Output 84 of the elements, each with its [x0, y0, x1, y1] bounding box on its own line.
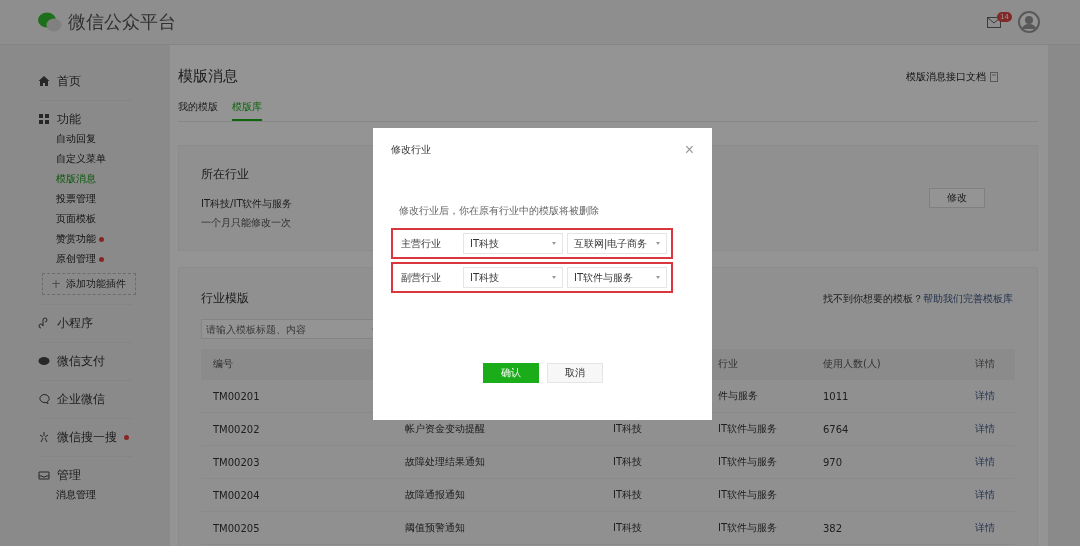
add-plugin-button[interactable]: + 添加功能插件 [42, 273, 136, 295]
cancel-button[interactable]: 取消 [546, 363, 603, 383]
confirm-button[interactable]: 确认 [482, 363, 539, 383]
home-icon [38, 75, 50, 87]
dialog-title: 修改行业 [391, 143, 431, 157]
table-cell: 帐户资金变动提醒 [405, 423, 486, 434]
document-icon [990, 71, 998, 82]
grid-icon [38, 113, 50, 125]
column-header: 使用人数(人) [822, 358, 881, 369]
field-label: 主营行业 [401, 236, 442, 251]
tab[interactable]: 我的模版 [178, 100, 218, 121]
sidebar-item[interactable]: 自定义菜单 [56, 152, 106, 166]
help-link[interactable]: 帮助我们完善模板库 [923, 291, 1013, 306]
column-header: 详情 [975, 358, 996, 369]
table-cell: IT软件与服务 [717, 456, 777, 467]
doc-link[interactable]: 模版消息接口文档 [906, 69, 986, 84]
table-cell: 件与服务 [717, 390, 758, 401]
industry-value: IT科技/IT软件与服务 [201, 197, 293, 211]
caret-icon [656, 242, 660, 245]
platform-title: 微信公众平台 [68, 10, 176, 34]
details-link[interactable]: 详情 [975, 489, 996, 500]
dropdown[interactable]: IT科技 [463, 267, 563, 288]
sidebar-section[interactable]: 微信搜一搜 [57, 428, 117, 446]
sidebar-item[interactable]: 页面模板 [56, 212, 96, 226]
table-cell: IT科技 [613, 423, 643, 434]
help-text: 找不到你想要的模板？ [823, 291, 923, 306]
table-cell: IT软件与服务 [717, 423, 777, 434]
chat-icon [38, 393, 50, 405]
wallet-icon [38, 355, 50, 367]
table-cell: IT软件与服务 [717, 489, 777, 500]
mail-icon[interactable] [987, 16, 1002, 28]
table-cell: 阈值预警通知 [405, 522, 466, 533]
sidebar-section[interactable]: 首页 [57, 72, 81, 90]
sparkle-icon [38, 431, 50, 443]
table-cell: IT科技 [613, 489, 643, 500]
dropdown[interactable]: IT科技 [463, 233, 563, 254]
table-cell: 1011 [822, 390, 849, 402]
table-cell: 故障处理结果通知 [405, 456, 486, 467]
dropdown[interactable]: IT软件与服务 [567, 267, 667, 288]
avatar-icon[interactable] [1018, 11, 1040, 33]
details-link[interactable]: 详情 [975, 423, 996, 434]
close-button[interactable]: × [684, 142, 694, 158]
sidebar-section[interactable]: 企业微信 [57, 390, 105, 408]
edit-button[interactable]: 修改 [929, 188, 985, 208]
table-cell: IT软件与服务 [717, 522, 777, 533]
table-cell: 382 [822, 522, 842, 534]
details-link[interactable]: 详情 [975, 522, 996, 533]
sidebar-item[interactable]: 原创管理 [56, 252, 96, 266]
card-title: 行业模版 [201, 290, 250, 307]
card-title: 所在行业 [201, 166, 250, 183]
page-title: 模版消息 [178, 67, 239, 86]
link-icon [38, 317, 50, 329]
details-link[interactable]: 详情 [975, 390, 996, 401]
details-link[interactable]: 详情 [975, 456, 996, 467]
table-cell: 6764 [822, 423, 849, 435]
field-label: 副营行业 [401, 270, 442, 285]
sidebar-section[interactable]: 微信支付 [57, 352, 105, 370]
caret-icon [552, 276, 556, 279]
tab[interactable]: 模版库 [232, 100, 262, 121]
sidebar-item[interactable]: 消息管理 [56, 488, 96, 502]
sidebar-section[interactable]: 小程序 [57, 314, 93, 332]
table-cell: TM00201 [213, 390, 260, 402]
table-cell: TM00204 [213, 489, 260, 501]
sidebar-item[interactable]: 模版消息 [56, 172, 96, 186]
table-cell: IT科技 [613, 522, 643, 533]
caret-icon [552, 242, 556, 245]
inbox-icon [38, 469, 50, 481]
dialog-note: 修改行业后，你在原有行业中的模版将被删除 [399, 204, 600, 218]
caret-icon [656, 276, 660, 279]
sidebar-item[interactable]: 投票管理 [56, 192, 96, 206]
column-header: 编号 [213, 358, 233, 369]
sidebar-item[interactable]: 赞赏功能 [56, 232, 96, 246]
dropdown[interactable]: 互联网|电子商务 [567, 233, 667, 254]
table-cell: IT科技 [613, 456, 643, 467]
table-cell: 970 [822, 456, 842, 468]
sidebar-item[interactable]: 自动回复 [56, 132, 96, 146]
chat-bubbles-icon [38, 12, 62, 32]
table-cell: TM00202 [213, 423, 260, 435]
column-header: 行业 [717, 358, 738, 369]
table-cell: TM00205 [213, 522, 260, 534]
sidebar-section[interactable]: 功能 [57, 110, 81, 128]
table-cell: 故障通报通知 [405, 489, 466, 500]
sidebar-section[interactable]: 管理 [57, 466, 81, 484]
table-cell: TM00203 [213, 456, 260, 468]
